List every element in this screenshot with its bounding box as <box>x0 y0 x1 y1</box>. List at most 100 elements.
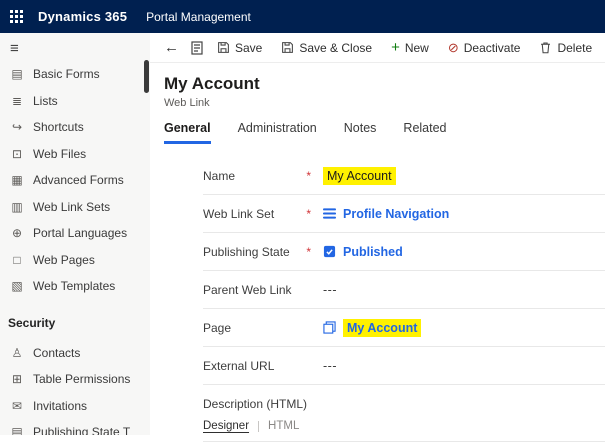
web-templates-icon: ▧ <box>11 279 23 294</box>
sidebar-item-label: Basic Forms <box>33 67 100 82</box>
description-field-label: Description (HTML) <box>203 397 308 411</box>
sidebar-item-label: Table Permissions <box>33 372 131 387</box>
delete-trash-icon <box>541 42 551 54</box>
tab-general[interactable]: General <box>164 121 211 144</box>
sidebar-item-publishing-state[interactable]: ▤ Publishing State T <box>0 419 150 435</box>
sidebar-item-invitations[interactable]: ✉ Invitations <box>0 393 150 420</box>
save-and-close-icon <box>282 42 294 53</box>
web-pages-icon: □ <box>13 252 21 267</box>
sidebar-item-label: Web Link Sets <box>33 199 111 214</box>
delete-label: Delete <box>557 40 593 55</box>
required-asterisk: * <box>306 244 311 259</box>
page-lookup-value[interactable]: My Account <box>343 318 422 337</box>
back-button[interactable]: ← <box>164 40 179 55</box>
new-button[interactable]: + New <box>391 40 429 55</box>
parent-web-link-field-label: Parent Web Link <box>203 282 292 297</box>
sidebar-section-security: Security <box>8 315 56 330</box>
table-permissions-icon: ⊞ <box>11 372 23 387</box>
document-icon <box>191 40 203 55</box>
sidebar-item-advanced-forms[interactable]: ▦ Advanced Forms <box>0 167 150 194</box>
required-asterisk: * <box>306 206 311 221</box>
parent-web-link-field-value[interactable]: --- <box>323 283 337 297</box>
waffle-menu-icon[interactable] <box>10 10 23 23</box>
contacts-icon: ♙ <box>11 345 23 360</box>
sidebar-scrollbar-thumb[interactable] <box>144 60 149 93</box>
deactivate-icon: ⊘ <box>447 40 459 55</box>
tab-related[interactable]: Related <box>403 121 446 144</box>
plus-icon: + <box>391 39 400 56</box>
deactivate-button[interactable]: ⊘ Deactivate <box>448 41 521 55</box>
sidebar-item-lists[interactable]: ≣ Lists <box>0 88 150 115</box>
portal-languages-icon: ⊕ <box>11 226 23 241</box>
page-field-label: Page <box>203 320 232 335</box>
form-tabs: General Administration Notes Related <box>164 121 605 144</box>
sidebar-item-label: Advanced Forms <box>33 173 124 188</box>
field-row-external-url: External URL --- <box>203 347 605 385</box>
back-arrow-icon: ← <box>164 39 179 56</box>
save-button[interactable]: Save <box>217 41 262 55</box>
record-title: My Account <box>164 74 260 93</box>
publishing-state-lookup-icon <box>323 245 336 258</box>
tab-separator <box>258 420 260 432</box>
lists-icon: ≣ <box>11 93 23 108</box>
publishing-state-sidebar-icon: ▤ <box>11 425 23 435</box>
sidebar-item-label: Web Files <box>33 146 87 161</box>
sidebar-item-label: Portal Languages <box>33 226 128 241</box>
sidebar-item-web-pages[interactable]: □ Web Pages <box>0 247 150 274</box>
web-link-set-field-label: Web Link Set <box>203 206 275 221</box>
name-field-label: Name <box>203 168 236 183</box>
field-row-publishing-state: Publishing State * Published <box>203 233 605 271</box>
sidebar-item-web-link-sets[interactable]: ▥ Web Link Sets <box>0 194 150 221</box>
sidebar-item-web-files[interactable]: ⊡ Web Files <box>0 141 150 168</box>
publishing-state-lookup-value[interactable]: Published <box>343 245 403 259</box>
sidebar-item-table-permissions[interactable]: ⊞ Table Permissions <box>0 366 150 393</box>
description-section: Description (HTML) Designer HTML <box>203 397 605 442</box>
external-url-field-value[interactable]: --- <box>323 359 337 373</box>
sidebar-item-portal-languages[interactable]: ⊕ Portal Languages <box>0 220 150 247</box>
form-fields: Name * My Account Web Link Set * Profile… <box>203 157 605 385</box>
field-row-web-link-set: Web Link Set * Profile Navigation <box>203 195 605 233</box>
record-header: My Account Web Link <box>150 63 605 109</box>
sidebar-item-label: Invitations <box>33 398 88 413</box>
app-name[interactable]: Portal Management <box>146 10 251 24</box>
description-tab-designer[interactable]: Designer <box>203 420 249 432</box>
sidebar-item-basic-forms[interactable]: ▤ Basic Forms <box>0 61 150 88</box>
sidebar-item-contacts[interactable]: ♙ Contacts <box>0 340 150 367</box>
form-document-button[interactable] <box>191 40 203 55</box>
sidebar-item-label: Web Pages <box>33 252 95 267</box>
save-and-close-button[interactable]: Save & Close <box>281 41 372 55</box>
required-asterisk: * <box>306 168 311 183</box>
web-files-icon: ⊡ <box>11 146 23 161</box>
sidebar-item-label: Contacts <box>33 345 81 360</box>
sidebar-item-web-templates[interactable]: ▧ Web Templates <box>0 273 150 300</box>
advanced-forms-icon: ▦ <box>11 173 23 188</box>
tab-administration[interactable]: Administration <box>238 121 317 144</box>
web-link-set-lookup-value[interactable]: Profile Navigation <box>343 207 449 221</box>
sidebar-item-label: Publishing State T <box>33 425 131 435</box>
web-link-sets-icon: ▥ <box>11 199 23 214</box>
invitations-icon: ✉ <box>11 398 23 413</box>
publishing-state-field-label: Publishing State <box>203 244 290 259</box>
product-title[interactable]: Dynamics 365 <box>38 9 127 24</box>
field-row-name: Name * My Account <box>203 157 605 195</box>
top-app-bar: Dynamics 365 Portal Management <box>0 0 605 33</box>
page-lookup-icon <box>323 321 336 334</box>
sitemap-sidebar: ≡ ▤ Basic Forms ≣ Lists ↪ Shortcuts ⊡ We… <box>0 33 150 435</box>
save-label: Save <box>235 40 263 55</box>
save-and-close-label: Save & Close <box>299 40 373 55</box>
sidebar-item-label: Web Templates <box>33 279 116 294</box>
description-tab-html[interactable]: HTML <box>268 420 299 432</box>
sidebar-item-shortcuts[interactable]: ↪ Shortcuts <box>0 114 150 141</box>
field-row-page: Page My Account <box>203 309 605 347</box>
basic-forms-icon: ▤ <box>11 67 23 82</box>
save-icon <box>218 42 229 53</box>
name-field-value[interactable]: My Account <box>323 166 396 185</box>
tab-notes[interactable]: Notes <box>344 121 377 144</box>
sidebar-item-label: Lists <box>33 93 58 108</box>
main-content: ← Save Save & Close + New ⊘ Deactivate D… <box>150 33 605 442</box>
new-label: New <box>404 40 429 55</box>
hamburger-menu-icon[interactable]: ≡ <box>0 33 150 61</box>
external-url-field-label: External URL <box>203 358 275 373</box>
delete-button[interactable]: Delete <box>539 41 592 55</box>
deactivate-label: Deactivate <box>463 40 521 55</box>
